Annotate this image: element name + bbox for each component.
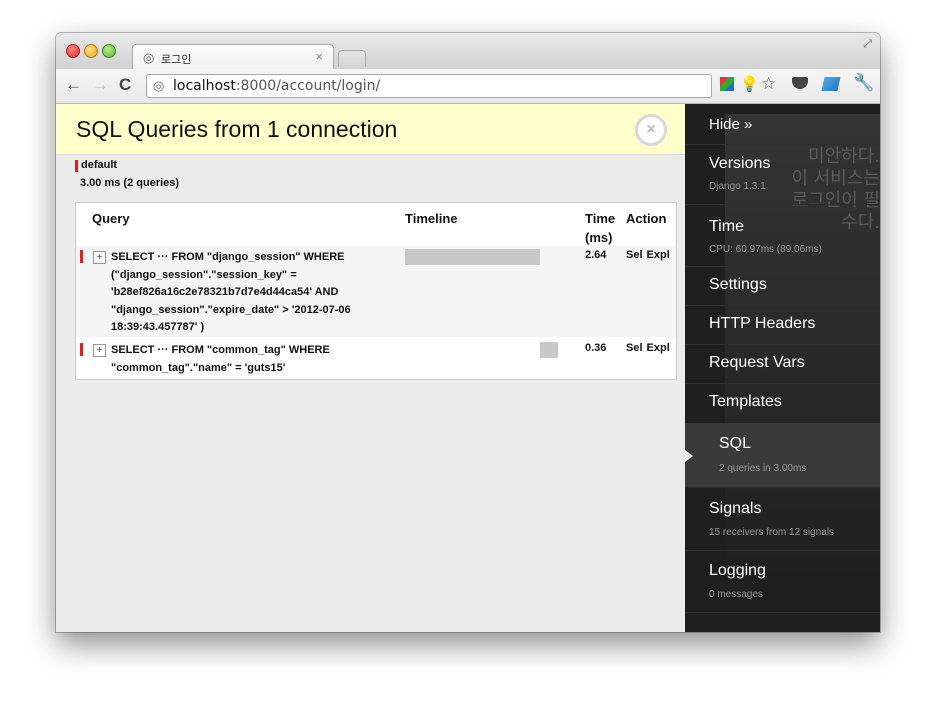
sidebar-item-signals[interactable]: Signals 15 receivers from 12 signals (685, 487, 880, 551)
close-window-button[interactable] (66, 44, 80, 58)
sidebar-item-http-headers[interactable]: HTTP Headers (685, 305, 880, 345)
query-actions: Sel Expl (626, 249, 674, 261)
sidebar-item-versions[interactable]: Versions Django 1.3.1 (685, 144, 880, 205)
column-header-action: Action (626, 211, 667, 226)
sidebar-item-label: Signals (709, 500, 762, 517)
address-bar[interactable]: ◎ localhost:8000/account/login/ (146, 74, 712, 98)
query-color-marker (80, 250, 83, 263)
expand-toggle-icon[interactable]: + (93, 344, 106, 357)
close-panel-button[interactable]: × (635, 114, 667, 146)
sidebar-item-settings[interactable]: Settings (685, 266, 880, 306)
select-link[interactable]: Sel (626, 249, 643, 261)
query-time: 0.36 (585, 342, 607, 354)
sidebar-item-label: HTTP Headers (709, 315, 816, 332)
sidebar-item-templates[interactable]: Templates (685, 383, 880, 424)
main-content: SQL Queries from 1 connection × default … (56, 104, 685, 632)
connection-time: 3.00 ms (2 queries) (80, 177, 180, 189)
extension-blue-icon[interactable] (821, 77, 841, 91)
pocket-icon[interactable] (792, 77, 808, 89)
minimize-window-button[interactable] (84, 44, 98, 58)
sidebar-item-subtitle: Django 1.3.1 (709, 181, 766, 192)
sql-queries-table: Query Timeline Time (ms) Action + SELECT… (75, 202, 677, 380)
browser-toolbar: ← → C ◎ localhost:8000/account/login/ 💡 … (56, 69, 880, 104)
timeline-bar (405, 249, 540, 265)
sidebar-item-sql[interactable]: SQL 2 queries in 3.00ms (685, 423, 880, 488)
sidebar-item-label: Versions (709, 155, 771, 172)
table-row: + SELECT ··· FROM "django_session" WHERE… (76, 246, 676, 337)
new-tab-button[interactable] (338, 50, 366, 67)
hide-label: Hide » (709, 116, 753, 133)
query-color-marker (80, 343, 83, 356)
query-time: 2.64 (585, 249, 607, 261)
timeline-bar (539, 342, 558, 358)
explain-link[interactable]: Expl (647, 342, 670, 354)
wrench-icon[interactable]: 🔧 (853, 73, 874, 93)
sidebar-item-subtitle: 2 queries in 3.00ms (719, 463, 807, 474)
select-link[interactable]: Sel (626, 342, 643, 354)
panel-header: SQL Queries from 1 connection × (56, 104, 685, 155)
globe-icon: ◎ (143, 50, 155, 65)
query-actions: Sel Expl (626, 342, 674, 354)
active-indicator-arrow (685, 450, 693, 462)
sidebar-item-label: SQL (719, 435, 752, 452)
sidebar-item-label: Logging (709, 562, 766, 579)
back-icon[interactable]: ← (65, 75, 82, 95)
browser-window: ◎ 로그인 × ⤢ ← → C ◎ localhost:8000/account… (56, 33, 880, 632)
extension-color-icon[interactable] (720, 77, 734, 91)
bookmark-star-icon[interactable]: ☆ (761, 74, 776, 94)
sidebar-item-label: Settings (709, 276, 767, 293)
query-sql: SELECT ··· FROM "common_tag" WHERE "comm… (111, 344, 330, 374)
lightbulb-icon[interactable]: 💡 (740, 75, 759, 93)
timeline-track (405, 249, 558, 265)
page-globe-icon: ◎ (153, 78, 165, 93)
column-header-timeline: Timeline (405, 211, 458, 226)
tab-title: 로그인 (161, 54, 192, 66)
sidebar-item-label: Templates (709, 393, 782, 410)
connection-name: default (81, 159, 118, 171)
fullscreen-icon[interactable]: ⤢ (863, 38, 872, 51)
page-title: SQL Queries from 1 connection (76, 116, 398, 142)
tab-close-icon[interactable]: × (315, 49, 323, 64)
connection-color-marker (75, 160, 78, 172)
title-bar: ◎ 로그인 × ⤢ (56, 33, 880, 70)
sidebar-item-logging[interactable]: Logging 0 messages (685, 550, 880, 613)
expand-toggle-icon[interactable]: + (93, 251, 106, 264)
sidebar-item-subtitle: 15 receivers from 12 signals (709, 527, 835, 538)
reload-icon[interactable]: C (119, 75, 131, 95)
sidebar-item-subtitle: CPU: 60.97ms (89.06ms) (709, 244, 822, 255)
url-text: localhost:8000/account/login/ (173, 78, 381, 94)
sidebar-item-subtitle: 0 messages (709, 589, 763, 600)
forward-icon[interactable]: → (92, 75, 109, 95)
timeline-track (405, 342, 558, 358)
query-sql: SELECT ··· FROM "django_session" WHERE (… (111, 251, 351, 333)
zoom-window-button[interactable] (102, 44, 116, 58)
hide-toolbar-button[interactable]: Hide » (685, 104, 880, 145)
sidebar-item-time[interactable]: Time CPU: 60.97ms (89.06ms) (685, 204, 880, 267)
column-header-query: Query (92, 211, 130, 226)
debug-toolbar-sidebar: 미안하다. 이 서비스는 로그인이 필수다. Hide » Versions D… (685, 104, 880, 632)
sidebar-item-request-vars[interactable]: Request Vars (685, 344, 880, 384)
sidebar-item-label: Time (709, 218, 744, 235)
sidebar-item-label: Request Vars (709, 354, 805, 371)
explain-link[interactable]: Expl (647, 249, 670, 261)
column-header-time: Time (ms) (585, 211, 616, 245)
browser-tab[interactable]: ◎ 로그인 × (132, 44, 334, 70)
table-row: + SELECT ··· FROM "common_tag" WHERE "co… (76, 339, 676, 377)
